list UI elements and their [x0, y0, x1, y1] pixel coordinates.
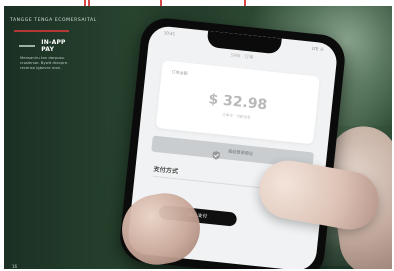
card-label: 订单金额	[171, 69, 188, 76]
status-time: 10:41	[163, 30, 176, 37]
in-app-pay-badge: IN-APP PAY	[19, 39, 77, 53]
badge-bar	[19, 45, 36, 47]
description-text: Mensaniru ton darpuso. crosiersor. Bywit…	[20, 55, 69, 70]
payment-method-title: 支付方式	[153, 165, 179, 176]
header-text: TANGGE TENGA ECOMERSAITAL	[10, 18, 97, 23]
header-red-underline	[14, 30, 69, 32]
status-network: LTE ⦿	[311, 45, 325, 52]
shield-icon	[212, 145, 223, 160]
page-number: 16	[12, 264, 18, 269]
badge-label: IN-APP PAY	[41, 39, 66, 53]
order-amount-card: 订单金额 $ 32.98 订单号 · 付款信息	[155, 60, 320, 145]
photo: TANGGE TENGA ECOMERSAITAL IN-APP PAY Men…	[4, 6, 392, 269]
status-right: LTE ⦿	[312, 46, 324, 53]
page: TANGGE TENGA ECOMERSAITAL IN-APP PAY Men…	[0, 0, 394, 271]
verify-label: 指纹登录验证	[227, 148, 254, 157]
